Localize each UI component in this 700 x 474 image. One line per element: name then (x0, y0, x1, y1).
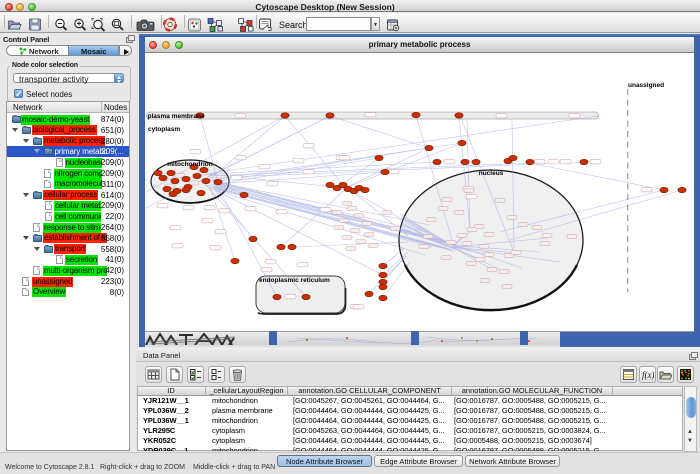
svg-text:nucleus: nucleus (479, 170, 504, 177)
svg-text:unassigned: unassigned (628, 82, 664, 89)
svg-text:f(x): f(x) (642, 370, 654, 380)
svg-text:cytoplasm: cytoplasm (148, 126, 180, 133)
svg-text:plasma membrane: plasma membrane (148, 113, 205, 120)
svg-text:endoplasmic reticulum: endoplasmic reticulum (259, 277, 330, 284)
svg-text:mitochondrion: mitochondrion (167, 161, 213, 168)
